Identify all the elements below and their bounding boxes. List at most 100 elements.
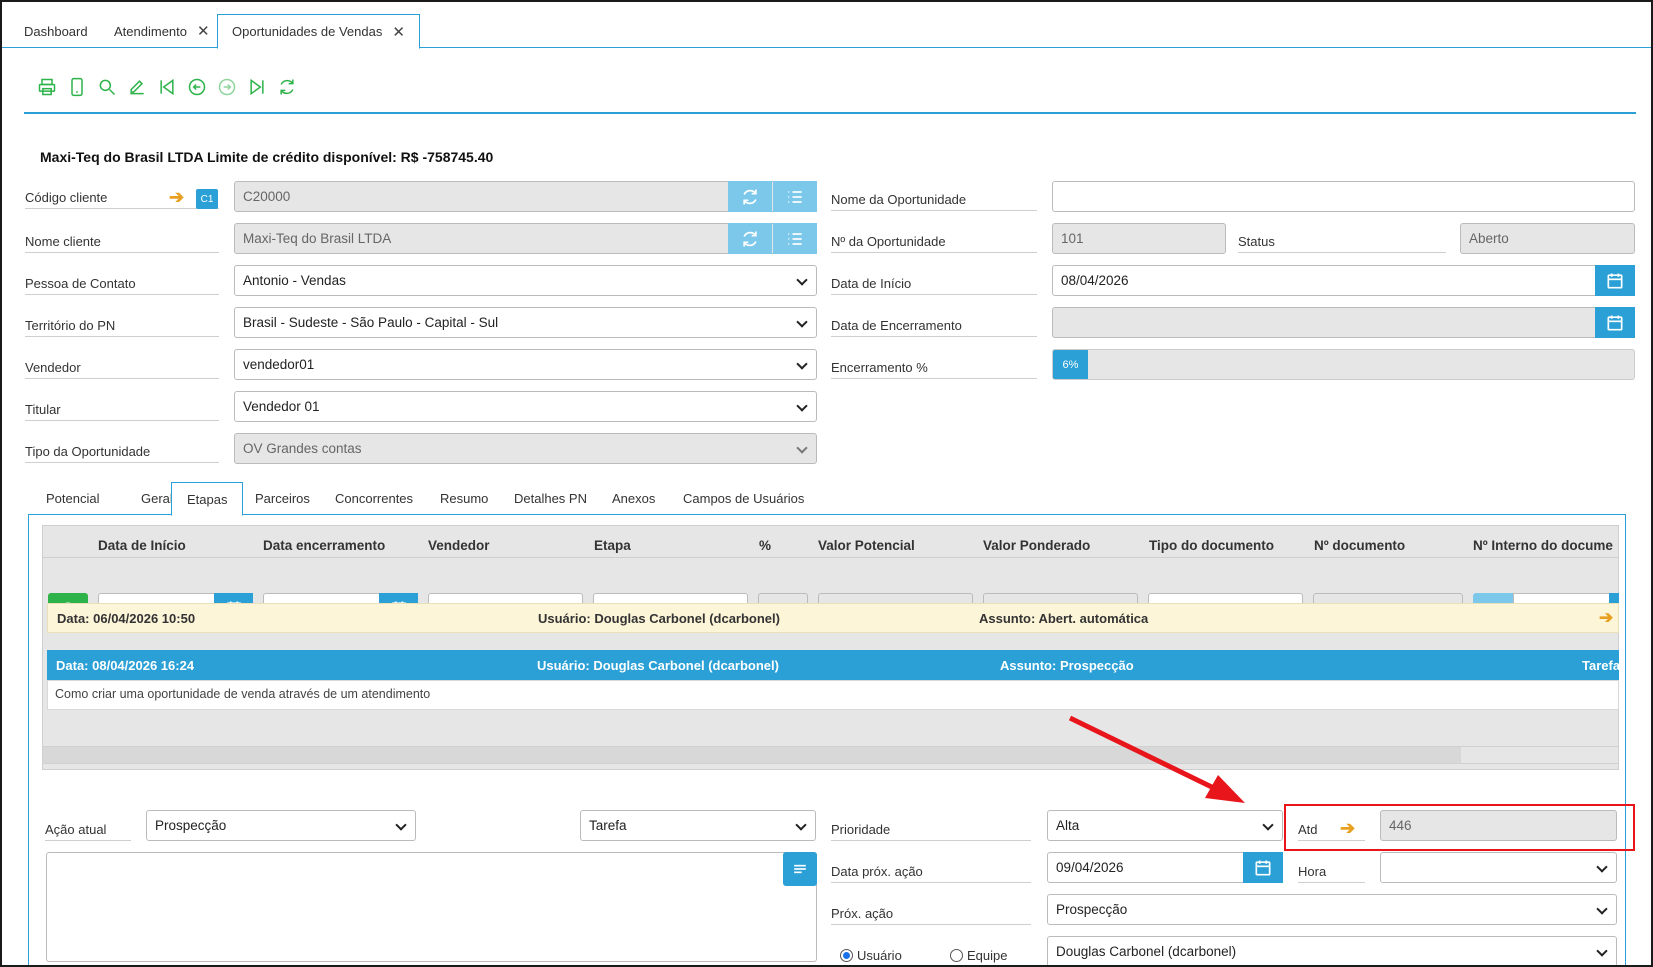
numero-oportunidade-label: Nº da Oportunidade: [831, 234, 1037, 253]
data-encerramento-input[interactable]: [1052, 307, 1635, 338]
refresh-icon[interactable]: [728, 181, 772, 212]
column-header: Data encerramento: [263, 538, 386, 553]
detail-tabs: Potencial Geral Etapas Parceiros Concorr…: [28, 482, 1626, 516]
territorio-label: Território do PN: [25, 318, 219, 337]
arrow-right-icon[interactable]: ➔: [169, 187, 184, 208]
responsavel-select[interactable]: Douglas Carbonel (dcarbonel): [1047, 936, 1617, 967]
column-header: Nº Interno do docume: [1473, 538, 1613, 553]
last-record-icon[interactable]: [246, 76, 268, 98]
page-title: Maxi-Teq do Brasil LTDA Limite de crédit…: [40, 149, 494, 165]
list-icon[interactable]: [773, 223, 817, 254]
refresh-icon[interactable]: [276, 76, 298, 98]
list-icon[interactable]: [773, 181, 817, 212]
tab-anexos[interactable]: Anexos: [597, 482, 670, 515]
edit-icon[interactable]: [126, 76, 148, 98]
column-header: Vendedor: [428, 538, 490, 553]
calendar-icon[interactable]: [1243, 852, 1283, 883]
toolbar: [36, 76, 298, 98]
history-date: Data: 06/04/2026 10:50: [57, 610, 196, 626]
hora-select[interactable]: [1380, 852, 1617, 883]
tab-dashboard[interactable]: Dashboard: [10, 14, 102, 48]
acao-atual-label: Ação atual: [45, 822, 131, 841]
vendedor-select[interactable]: vendedor01: [234, 349, 817, 380]
close-icon[interactable]: ✕: [197, 22, 210, 40]
history-subject: Assunto: Prospecção: [1000, 657, 1134, 673]
refresh-icon[interactable]: [728, 223, 772, 254]
first-record-icon[interactable]: [156, 76, 178, 98]
toolbar-divider: [24, 112, 1636, 114]
tab-resumo[interactable]: Resumo: [425, 482, 503, 515]
territorio-select[interactable]: Brasil - Sudeste - São Paulo - Capital -…: [234, 307, 817, 338]
codigo-cliente-label: Código cliente: [25, 190, 219, 209]
history-body: Como criar uma oportunidade de venda atr…: [47, 680, 1619, 710]
titular-select[interactable]: Vendedor 01: [234, 391, 817, 422]
history-row-selected[interactable]: Data: 08/04/2026 16:24 Usuário: Douglas …: [47, 650, 1621, 680]
client-badge[interactable]: C1: [196, 189, 218, 209]
data-inicio-label: Data de Início: [831, 276, 1037, 295]
prioridade-label: Prioridade: [831, 822, 1031, 841]
progress-fill: 6%: [1053, 350, 1088, 379]
calendar-icon[interactable]: [1595, 307, 1635, 338]
column-header: %: [759, 538, 772, 553]
history-user: Usuário: Douglas Carbonel (dcarbonel): [537, 657, 779, 673]
status-input[interactable]: Aberto: [1460, 223, 1635, 254]
prioridade-select[interactable]: Alta: [1047, 810, 1283, 841]
tab-parceiros[interactable]: Parceiros: [240, 482, 325, 515]
highlight-box: [1284, 804, 1635, 851]
nome-oportunidade-input[interactable]: [1052, 181, 1635, 212]
tab-campos-usuarios[interactable]: Campos de Usuários: [668, 482, 819, 515]
radio-dot[interactable]: [840, 949, 853, 962]
tab-label: Dashboard: [24, 23, 88, 39]
close-icon[interactable]: ✕: [392, 23, 405, 41]
radio-label: Usuário: [857, 948, 902, 963]
history-row[interactable]: Data: 06/04/2026 10:50 Usuário: Douglas …: [47, 603, 1619, 633]
data-prox-acao-label: Data próx. ação: [831, 864, 1031, 883]
arrow-right-icon[interactable]: ➔: [1599, 608, 1613, 628]
search-icon[interactable]: [96, 76, 118, 98]
column-header: Data de Início: [98, 538, 186, 553]
acao-description-textarea[interactable]: [46, 852, 817, 962]
mobile-icon[interactable]: [66, 76, 88, 98]
vendedor-label: Vendedor: [25, 360, 219, 379]
tab-label: Atendimento: [114, 23, 187, 39]
tab-potencial[interactable]: Potencial: [31, 482, 114, 515]
pessoa-contato-select[interactable]: Antonio - Vendas: [234, 265, 817, 296]
scrollbar-thumb[interactable]: [43, 747, 1461, 763]
numero-oportunidade-input[interactable]: 101: [1052, 223, 1226, 254]
status-label: Status: [1238, 234, 1446, 253]
tab-concorrentes[interactable]: Concorrentes: [320, 482, 428, 515]
history-type: Tarefa: [1582, 657, 1621, 673]
horizontal-scrollbar[interactable]: [42, 746, 1619, 764]
tipo-oportunidade-select[interactable]: OV Grandes contas: [234, 433, 817, 464]
column-header: Nº documento: [1314, 538, 1406, 553]
pessoa-contato-label: Pessoa de Contato: [25, 276, 219, 295]
history-user: Usuário: Douglas Carbonel (dcarbonel): [538, 610, 780, 626]
tab-atendimento[interactable]: Atendimento ✕: [100, 14, 224, 48]
print-icon[interactable]: [36, 76, 58, 98]
previous-record-icon[interactable]: [186, 76, 208, 98]
history-date: Data: 08/04/2026 16:24: [56, 657, 195, 673]
next-record-icon[interactable]: [216, 76, 238, 98]
radio-usuario[interactable]: Usuário: [840, 948, 902, 963]
acao-atual-select[interactable]: Prospecção: [146, 810, 416, 841]
notes-icon[interactable]: [783, 852, 817, 886]
radio-label: Equipe: [967, 948, 1008, 963]
tab-etapas[interactable]: Etapas: [171, 482, 244, 516]
tipo-acao-select[interactable]: Tarefa: [580, 810, 816, 841]
column-header: Etapa: [594, 538, 631, 553]
data-inicio-input[interactable]: 08/04/2026: [1052, 265, 1635, 296]
radio-equipe[interactable]: Equipe: [950, 948, 1007, 963]
column-header: Tipo do documento: [1149, 538, 1274, 553]
calendar-icon[interactable]: [1595, 265, 1635, 296]
tipo-oportunidade-label: Tipo da Oportunidade: [25, 444, 219, 463]
prox-acao-label: Próx. ação: [831, 906, 1031, 925]
tab-detalhes-pn[interactable]: Detalhes PN: [499, 482, 602, 515]
nome-cliente-label: Nome cliente: [25, 234, 219, 253]
encerramento-progress: 6%: [1052, 349, 1635, 380]
encerramento-pct-label: Encerramento %: [831, 360, 1037, 379]
tab-oportunidades[interactable]: Oportunidades de Vendas ✕: [217, 14, 420, 49]
prox-acao-select[interactable]: Prospecção: [1047, 894, 1617, 925]
header-divider: [43, 557, 1618, 558]
radio-dot[interactable]: [950, 949, 963, 962]
etapas-grid: Data de Início Data encerramento Vendedo…: [42, 525, 1619, 770]
